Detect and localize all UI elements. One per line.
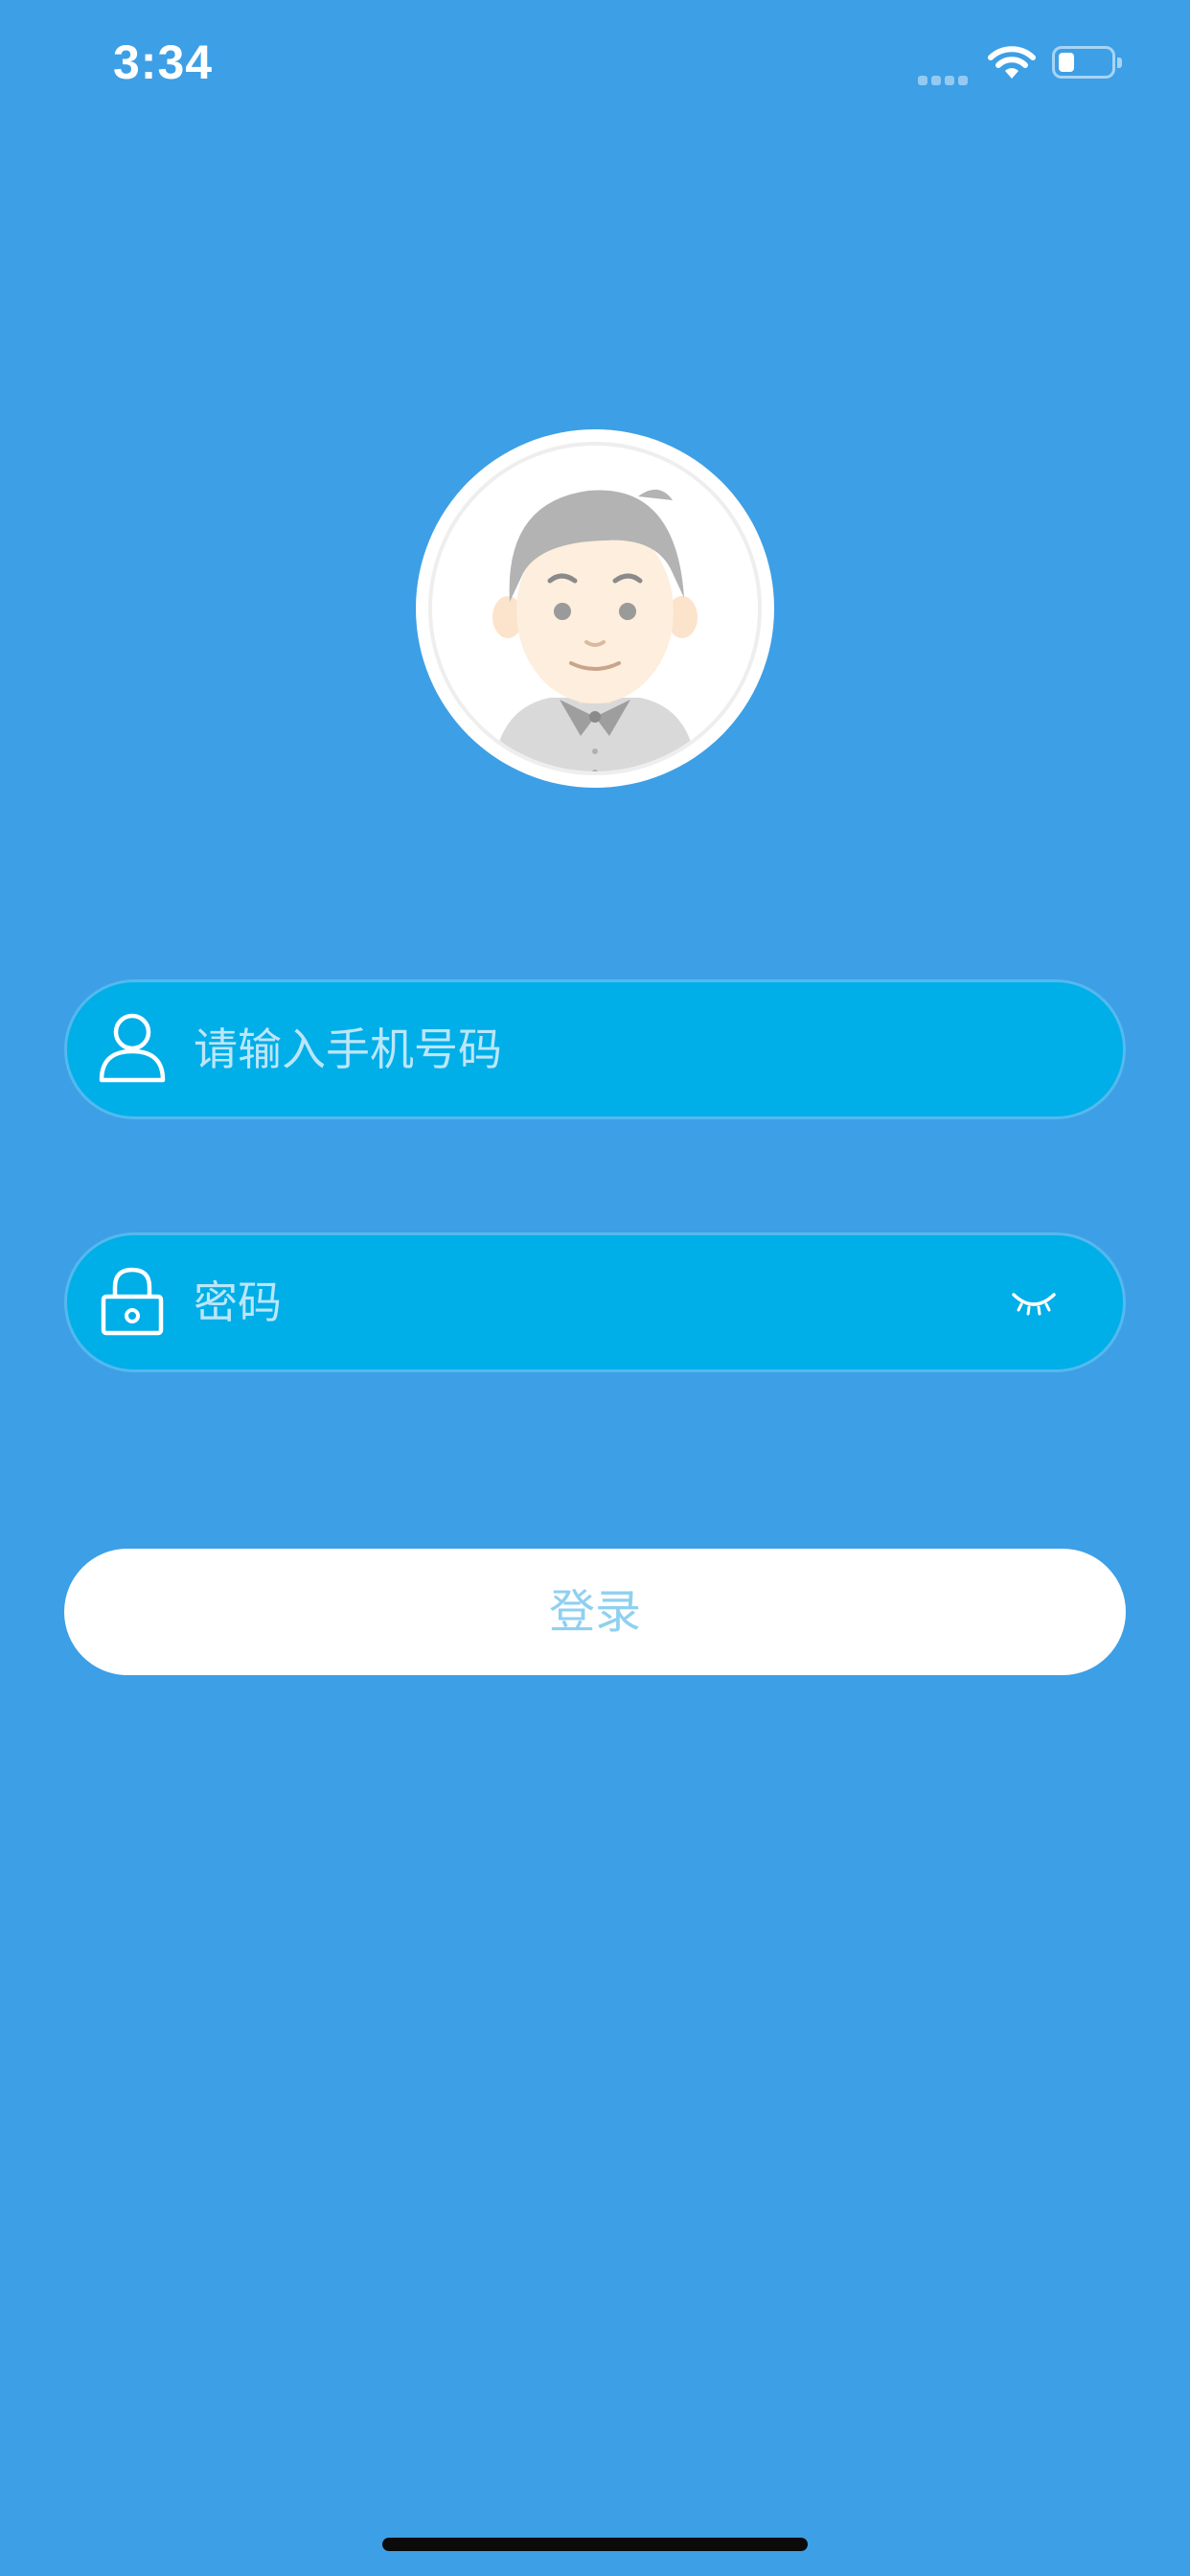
status-bar: 3:34 — [0, 0, 1190, 130]
avatar-illustration-icon — [428, 442, 762, 775]
phone-field[interactable]: 请输入手机号码 — [64, 979, 1126, 1119]
battery-icon — [1052, 46, 1122, 79]
cellular-signal-icon — [918, 71, 972, 89]
home-indicator — [382, 2538, 808, 2551]
phone-input-placeholder: 请输入手机号码 — [194, 1024, 502, 1075]
status-time: 3:34 — [113, 35, 214, 89]
avatar — [416, 429, 774, 788]
password-field[interactable]: 密码 — [64, 1232, 1126, 1372]
eye-closed-icon[interactable] — [1008, 1281, 1060, 1320]
lock-icon — [101, 1267, 164, 1336]
password-input-placeholder: 密码 — [194, 1276, 282, 1328]
user-icon — [99, 1013, 166, 1083]
login-button[interactable]: 登录 — [64, 1549, 1126, 1675]
wifi-icon — [988, 46, 1036, 79]
